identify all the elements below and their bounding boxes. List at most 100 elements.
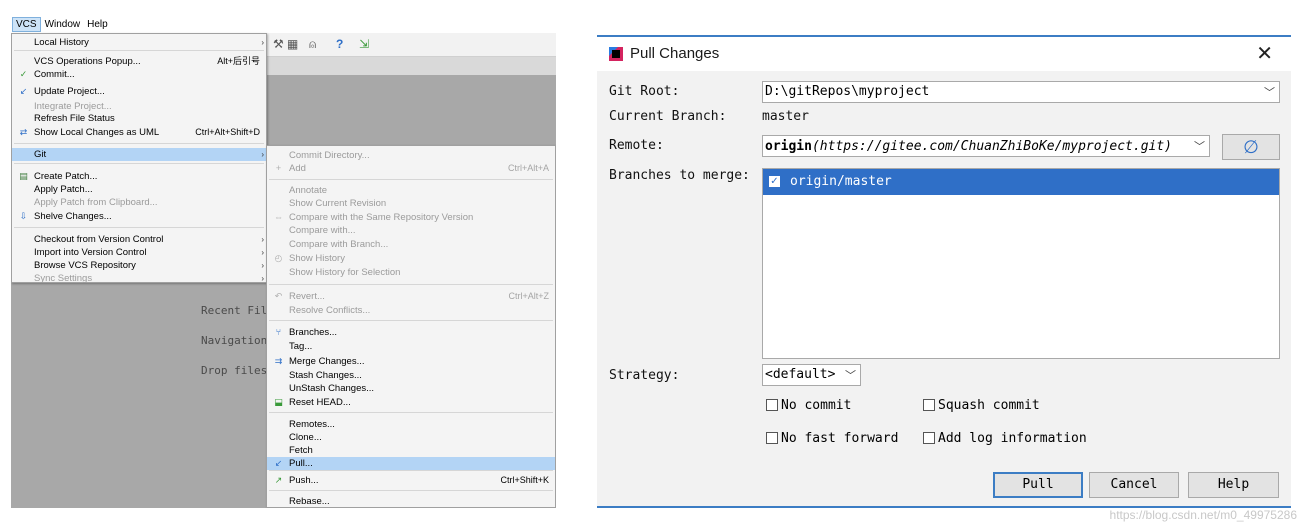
menu-item-remotes[interactable]: Remotes... (267, 418, 555, 431)
menu-item-apply-patch[interactable]: Apply Patch... (12, 183, 266, 196)
menu-item-label: Stash Changes... (289, 370, 362, 381)
menu-item-label: Compare with... (289, 225, 356, 236)
pull-icon: ↙ (274, 458, 283, 468)
menu-item-sync-settings[interactable]: Sync Settings › (12, 272, 266, 285)
menu-item-compare-with[interactable]: Compare with... (267, 224, 555, 237)
menu-item-apply-patch-from-clipboard[interactable]: Apply Patch from Clipboard... (12, 196, 266, 209)
menu-window[interactable]: Window (42, 18, 84, 31)
menu-item-label: Checkout from Version Control (34, 234, 164, 245)
menu-item-show-history-for-selection[interactable]: Show History for Selection (267, 266, 555, 279)
git-submenu: Commit Directory... + Add Ctrl+Alt+A Annotat… (266, 145, 556, 508)
menu-item-label: Commit... (34, 69, 75, 80)
help-button[interactable]: Help (1188, 472, 1279, 498)
menu-item-pull[interactable]: ↙ Pull... (267, 457, 555, 470)
no-fast-forward-option[interactable]: No fast forward (766, 431, 898, 446)
menu-item-resolve-conflicts[interactable]: Resolve Conflicts... (267, 304, 555, 317)
menu-item-annotate[interactable]: Annotate (267, 184, 555, 197)
watermark: https://blog.csdn.net/m0_49975286 (1109, 508, 1297, 522)
menu-item-tag[interactable]: Tag... (267, 340, 555, 353)
menu-item-fetch[interactable]: Fetch (267, 444, 555, 457)
menu-item-branches[interactable]: ⑂ Branches... (267, 326, 555, 339)
submenu-arrow-icon: › (261, 248, 264, 257)
remote-select[interactable]: origin(https://gitee.com/ChuanZhiBoKe/my… (762, 135, 1210, 157)
checkbox-unchecked-icon[interactable] (923, 432, 935, 444)
menu-item-clone[interactable]: Clone... (267, 431, 555, 444)
chevron-down-icon: ﹀ (1194, 141, 1205, 153)
branches-icon: ⑂ (275, 327, 282, 337)
checkbox-unchecked-icon[interactable] (766, 399, 778, 411)
menu-item-push[interactable]: ↗ Push... Ctrl+Shift+K (267, 474, 555, 487)
menu-item-shortcut: Alt+后引号 (217, 56, 260, 66)
menu-separator (14, 50, 264, 51)
pull-button[interactable]: Pull (993, 472, 1083, 498)
toolbar-export-icon[interactable]: ⇲ (359, 37, 369, 51)
menu-item-compare-with-branch[interactable]: Compare with Branch... (267, 238, 555, 251)
menu-item-label: Browse VCS Repository (34, 260, 136, 271)
menu-item-label: Reset HEAD... (289, 397, 351, 408)
menu-item-merge-changes[interactable]: ⇉ Merge Changes... (267, 355, 555, 368)
menu-item-label: Update Project... (34, 86, 105, 97)
menu-item-reset-head[interactable]: ⬓ Reset HEAD... (267, 396, 555, 409)
menu-item-local-history[interactable]: Local History › (12, 36, 266, 49)
menu-item-rebase[interactable]: Rebase... (267, 495, 555, 508)
menu-item-unstash-changes[interactable]: UnStash Changes... (267, 382, 555, 395)
menu-item-revert[interactable]: ↶ Revert... Ctrl+Alt+Z (267, 290, 555, 303)
welcome-recent-files: Recent Fil (201, 304, 268, 317)
git-root-label: Git Root: (609, 84, 680, 99)
cancel-button[interactable]: Cancel (1089, 472, 1179, 498)
menu-item-commit[interactable]: ✓ Commit... (12, 68, 266, 81)
strategy-value: <default> (765, 367, 836, 382)
menu-item-compare-with-the-same-repository-version[interactable]: ⇔ Compare with the Same Repository Versio… (267, 211, 555, 224)
menu-item-label: Commit Directory... (289, 150, 370, 161)
checkbox-unchecked-icon[interactable] (923, 399, 935, 411)
menu-item-add[interactable]: + Add Ctrl+Alt+A (267, 162, 555, 175)
menu-item-show-local-changes-as-uml[interactable]: ⇄ Show Local Changes as UML Ctrl+Alt+Shift… (12, 126, 266, 139)
menu-item-git[interactable]: Git › (12, 148, 266, 161)
welcome-drop-files: Drop files (201, 364, 268, 377)
menu-separator (269, 284, 553, 285)
refresh-icon: ∅ (1243, 137, 1259, 157)
no-commit-option[interactable]: No commit (766, 398, 851, 413)
menu-item-label: Branches... (289, 327, 338, 338)
menu-item-browse-vcs-repository[interactable]: Browse VCS Repository › (12, 259, 266, 272)
menu-item-update-project[interactable]: ↙ Update Project... (12, 85, 266, 98)
git-root-select[interactable]: D:\gitRepos\myproject ﹀ (762, 81, 1280, 103)
menu-item-import-into-version-control[interactable]: Import into Version Control › (12, 246, 266, 259)
checkbox-unchecked-icon[interactable] (766, 432, 778, 444)
close-icon[interactable]: ✕ (1256, 41, 1273, 66)
vcs-menu: Local History › VCS Operations Popup... Alt… (11, 33, 267, 285)
menu-item-label: Show History (289, 253, 345, 264)
toolbar-structure-icon[interactable]: ▦ (287, 37, 298, 51)
menu-item-commit-directory[interactable]: Commit Directory... (267, 149, 555, 162)
menu-vcs[interactable]: VCS (12, 16, 41, 32)
menu-item-label: Add (289, 163, 306, 174)
welcome-navigation: Navigation (201, 334, 268, 347)
chevron-down-icon: ﹀ (1264, 87, 1275, 99)
menu-item-stash-changes[interactable]: Stash Changes... (267, 369, 555, 382)
add-log-information-option[interactable]: Add log information (923, 431, 1087, 446)
toolbar-tool-icon[interactable]: ⚒ (273, 37, 284, 51)
ide-window: ⚒ ▦ ⍝ ? ⇲ Recent Fil Navigation Drop fil… (11, 15, 556, 508)
intellij-app-icon (609, 47, 623, 61)
menu-item-label: Fetch (289, 445, 313, 456)
menu-item-show-current-revision[interactable]: Show Current Revision (267, 197, 555, 210)
menu-item-checkout-from-version-control[interactable]: Checkout from Version Control › (12, 233, 266, 246)
menu-item-shelve-changes[interactable]: ⇩ Shelve Changes... (12, 210, 266, 223)
toolbar-help-icon[interactable]: ? (336, 37, 343, 51)
revert-icon: ↶ (274, 291, 283, 301)
strategy-select[interactable]: <default> ﹀ (762, 364, 861, 386)
menu-item-label: Create Patch... (34, 171, 98, 182)
checkbox-checked-icon[interactable]: ✓ (769, 176, 780, 187)
menu-help[interactable]: Help (84, 18, 111, 31)
branch-list-item[interactable]: ✓ origin/master (763, 169, 1279, 195)
refresh-remote-button[interactable]: ∅ (1222, 134, 1280, 160)
menu-item-refresh-file-status[interactable]: Refresh File Status (12, 112, 266, 125)
menu-item-label: Git (34, 149, 47, 160)
push-icon: ↗ (274, 475, 283, 485)
menu-item-shortcut: Ctrl+Alt+A (507, 163, 549, 173)
menu-item-vcs-operations-popup[interactable]: VCS Operations Popup... Alt+后引号 (12, 55, 266, 68)
menu-item-create-patch[interactable]: ▤ Create Patch... (12, 170, 266, 183)
toolbar-person-icon[interactable]: ⍝ (309, 37, 316, 52)
menu-item-show-history[interactable]: ◴ Show History (267, 252, 555, 265)
squash-commit-option[interactable]: Squash commit (923, 398, 1040, 413)
